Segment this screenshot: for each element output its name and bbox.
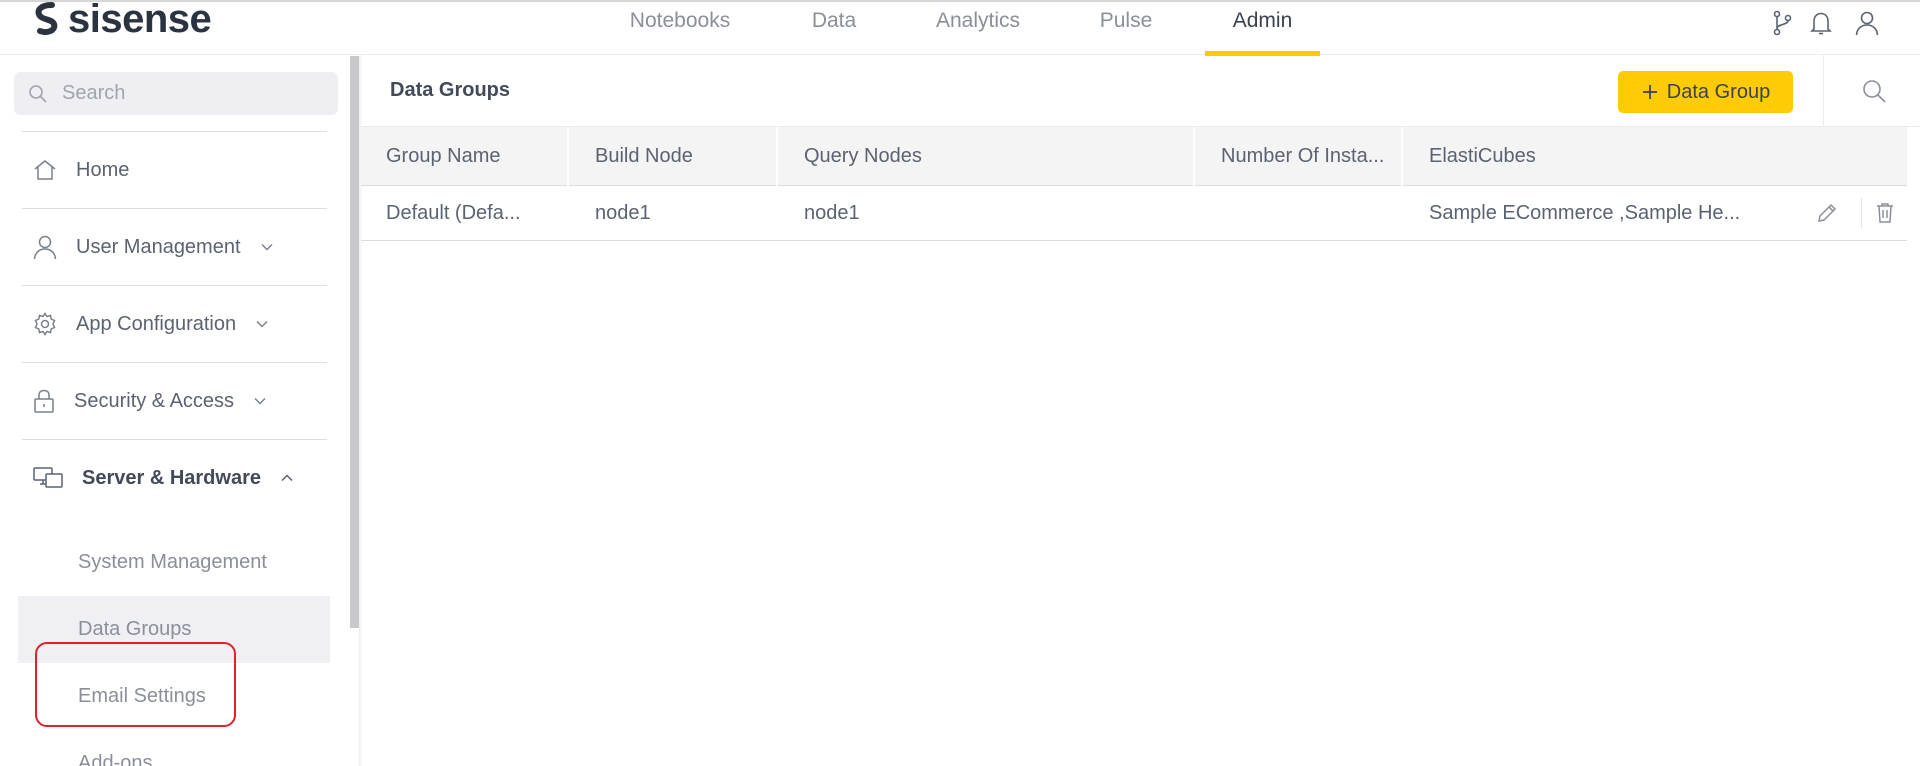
- column-header-number-of-instances[interactable]: Number Of Insta...: [1196, 127, 1384, 186]
- chevron-down-icon: [254, 397, 266, 405]
- sidebar-item-app-configuration[interactable]: App Configuration: [22, 293, 327, 355]
- sidebar-divider: [22, 439, 327, 440]
- cell-query-nodes: node1: [804, 202, 860, 224]
- add-data-group-button[interactable]: Data Group: [1618, 71, 1793, 113]
- column-separator: [1401, 127, 1403, 186]
- sidebar-search-box[interactable]: [14, 72, 338, 115]
- plus-icon: [1642, 85, 1657, 99]
- cell-number-of-instances: [1196, 186, 1221, 241]
- trash-icon[interactable]: [1870, 198, 1900, 228]
- search-icon: [29, 84, 47, 103]
- sidebar-divider: [22, 362, 327, 363]
- column-separator: [1193, 127, 1195, 186]
- column-header-elasticubes[interactable]: ElastiCubes: [1404, 127, 1536, 186]
- logo-text: sisense: [68, 0, 212, 41]
- sidebar-divider: [22, 131, 327, 132]
- sidebar-item-label: Security & Access: [74, 389, 235, 412]
- sidebar-item-home[interactable]: Home: [22, 139, 327, 201]
- monitors-icon: [33, 467, 63, 488]
- page-title: Data Groups: [390, 79, 511, 101]
- main-header: Data Groups Data Group: [361, 55, 1920, 127]
- selection-highlight-outline: [35, 642, 236, 727]
- column-separator: [567, 127, 569, 186]
- main-content: Data Groups Data Group Group Name Build …: [361, 55, 1920, 766]
- gear-icon: [34, 312, 56, 336]
- column-header-build-node[interactable]: Build Node: [570, 127, 693, 186]
- git-branch-icon[interactable]: [1767, 8, 1797, 38]
- sisense-logo[interactable]: sisense: [30, 0, 212, 44]
- sidebar-item-label: Server & Hardware: [82, 466, 261, 489]
- sidebar-item-label: App Configuration: [76, 312, 237, 335]
- admin-sidebar: Home User Management App Configuration S…: [0, 55, 348, 766]
- sidebar-item-label: User Management: [76, 235, 241, 258]
- cell-group-name: Default (Defa...: [386, 202, 521, 224]
- home-icon: [34, 160, 56, 180]
- user-icon[interactable]: [1852, 8, 1882, 38]
- header-separator: [1823, 55, 1824, 127]
- cell-elasticubes: Sample ECommerce ,Sample He...: [1429, 202, 1741, 224]
- sidebar-subitem-system-management[interactable]: System Management: [18, 529, 330, 596]
- table-header-row: Group Name Build Node Query Nodes Number…: [361, 127, 1907, 186]
- edit-pencil-icon[interactable]: [1812, 198, 1842, 228]
- tab-analytics[interactable]: Analytics: [924, 2, 1032, 55]
- top-navigation-bar: sisense Notebooks Data Analytics Pulse A…: [0, 0, 1920, 56]
- sidebar-search-input[interactable]: [62, 82, 312, 105]
- bell-icon[interactable]: [1806, 8, 1836, 38]
- sidebar-item-label: Home: [76, 158, 130, 181]
- add-button-label: Data Group: [1666, 80, 1771, 103]
- sidebar-item-user-management[interactable]: User Management: [22, 216, 327, 278]
- column-separator: [776, 127, 778, 186]
- tab-admin[interactable]: Admin: [1205, 2, 1320, 56]
- tab-data[interactable]: Data: [800, 2, 868, 55]
- chevron-down-icon: [261, 243, 273, 251]
- lock-icon: [34, 389, 54, 413]
- sidebar-item-security-access[interactable]: Security & Access: [22, 370, 327, 432]
- column-header-query-nodes[interactable]: Query Nodes: [779, 127, 922, 186]
- search-icon[interactable]: [1858, 75, 1890, 107]
- user-icon: [33, 235, 57, 260]
- sidebar-scrollbar[interactable]: [350, 56, 359, 628]
- action-separator: [1861, 198, 1862, 228]
- column-header-group-name[interactable]: Group Name: [361, 127, 501, 186]
- table-row[interactable]: Default (Defa... node1 node1 Sample ECom…: [361, 186, 1907, 241]
- chevron-up-icon: [281, 474, 293, 482]
- tab-notebooks[interactable]: Notebooks: [612, 2, 748, 55]
- sidebar-item-server-hardware[interactable]: Server & Hardware: [22, 447, 327, 509]
- chevron-down-icon: [256, 320, 268, 328]
- data-groups-table: Group Name Build Node Query Nodes Number…: [361, 127, 1907, 241]
- cell-build-node: node1: [595, 202, 651, 224]
- sisense-logo-icon: [35, 2, 58, 36]
- tab-pulse[interactable]: Pulse: [1092, 2, 1160, 55]
- sidebar-subitem-add-ons[interactable]: Add-ons: [18, 730, 330, 766]
- sidebar-divider: [22, 285, 327, 286]
- sidebar-divider: [22, 208, 327, 209]
